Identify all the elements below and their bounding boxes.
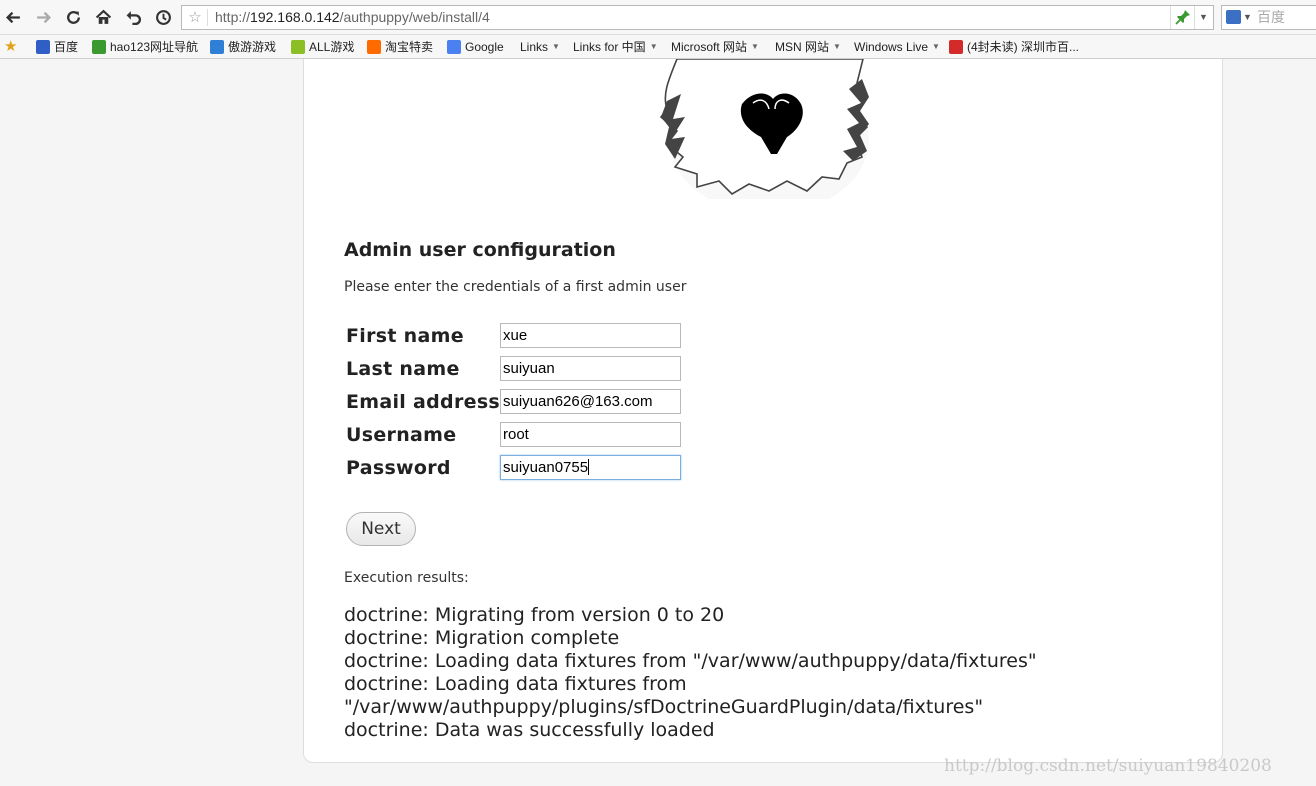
favorites-star-icon[interactable]: ★ — [4, 37, 17, 55]
result-line: doctrine: Loading data fixtures from — [344, 673, 687, 695]
chevron-down-icon: ▼ — [552, 42, 560, 51]
email-label: Email address — [346, 391, 501, 413]
bookmark-item[interactable]: MSN 网站 ▼ — [775, 38, 841, 56]
watermark: http://blog.csdn.net/suiyuan19840208 — [944, 756, 1272, 776]
search-placeholder: 百度 — [1257, 9, 1285, 25]
password-label: Password — [346, 457, 451, 479]
bookmark-label: 淘宝特卖 — [385, 40, 434, 54]
username-label: Username — [346, 424, 457, 446]
search-engine-icon[interactable] — [1226, 10, 1241, 24]
mail-at-icon — [949, 40, 963, 54]
url-host: 192.168.0.142 — [250, 9, 340, 25]
username-input[interactable]: root — [500, 422, 681, 447]
authpuppy-mascot-logo — [659, 59, 869, 199]
pin-icon[interactable] — [1174, 8, 1192, 26]
bookmark-label: Google — [465, 40, 504, 54]
bookmark-label: 傲游游戏 — [228, 40, 277, 54]
intro-text: Please enter the credentials of a first … — [344, 279, 687, 295]
chevron-down-icon: ▼ — [751, 42, 759, 51]
bookmark-item[interactable]: (4封未读) 深圳市百... — [949, 38, 1079, 56]
bookmark-label: ALL游戏 — [309, 40, 355, 54]
bookmark-item[interactable]: ALL游戏 — [291, 38, 354, 56]
password-value: suiyuan0755 — [503, 459, 589, 476]
baidu-paw-icon — [36, 40, 50, 54]
bookmark-item[interactable]: Windows Live ▼ — [854, 38, 940, 56]
home-button[interactable] — [92, 6, 114, 28]
first-name-label: First name — [346, 325, 464, 347]
google-icon — [447, 40, 461, 54]
chevron-down-icon: ▼ — [932, 42, 940, 51]
taobao-icon — [367, 40, 381, 54]
next-button[interactable]: Next — [346, 512, 416, 546]
bookmark-label: hao123网址导航 — [110, 40, 199, 54]
divider — [1170, 6, 1171, 29]
bookmark-item[interactable]: Links for 中国 ▼ — [573, 38, 658, 56]
bookmark-label: MSN 网站 — [775, 40, 830, 54]
address-dropdown-button[interactable]: ▼ — [1194, 6, 1212, 29]
last-name-label: Last name — [346, 358, 460, 380]
bookmark-item[interactable]: Links ▼ — [520, 38, 560, 56]
chevron-down-icon: ▼ — [833, 42, 841, 51]
divider — [207, 9, 208, 26]
bookmark-item[interactable]: hao123网址导航 — [92, 38, 198, 56]
first-name-value: xue — [503, 327, 528, 344]
username-value: root — [503, 426, 529, 443]
url-path: /authpuppy/web/install/4 — [339, 9, 490, 25]
chevron-down-icon: ▼ — [649, 42, 658, 51]
main-content: Admin user configuration Please enter th… — [344, 239, 1184, 741]
result-line: "/var/www/authpuppy/plugins/sfDoctrineGu… — [344, 696, 984, 718]
text-cursor — [588, 459, 590, 475]
address-bar[interactable]: ☆ http://192.168.0.142/authpuppy/web/ins… — [181, 5, 1214, 30]
bookmarks-bar: ★ 百度 hao123网址导航 傲游游戏 ALL游戏 淘宝特卖 Google Links ▼ L… — [0, 35, 1316, 59]
first-name-input[interactable]: xue — [500, 323, 681, 348]
bookmark-label: Links for 中国 — [573, 40, 646, 54]
undo-close-button[interactable] — [122, 6, 144, 28]
result-line: doctrine: Migration complete — [344, 627, 620, 649]
bookmark-label: (4封未读) 深圳市百... — [967, 40, 1080, 54]
bookmark-star-icon[interactable]: ☆ — [186, 6, 204, 29]
execution-results-log: doctrine: Migrating from version 0 to 20… — [344, 604, 1144, 742]
back-arrow-icon — [5, 11, 20, 23]
bookmark-label: Windows Live — [854, 40, 929, 54]
bookmark-label: Microsoft 网站 — [671, 40, 748, 54]
bookmark-label: Links — [520, 40, 549, 54]
bookmark-item[interactable]: Microsoft 网站 ▼ — [671, 38, 759, 56]
last-name-value: suiyuan — [503, 360, 555, 377]
android-game-icon — [291, 40, 305, 54]
hao123-icon — [92, 40, 106, 54]
undo-icon — [126, 10, 141, 25]
bookmark-item[interactable]: Google — [447, 38, 504, 56]
forward-arrow-icon — [36, 11, 51, 23]
address-text[interactable]: http://192.168.0.142/authpuppy/web/insta… — [215, 6, 490, 29]
bookmark-item[interactable]: 百度 — [36, 38, 78, 56]
url-scheme: http:// — [215, 9, 251, 25]
bookmark-label: 百度 — [54, 40, 79, 54]
execution-results-label: Execution results: — [344, 570, 469, 586]
email-input[interactable]: suiyuan626@163.com — [500, 389, 681, 414]
last-name-input[interactable]: suiyuan — [500, 356, 681, 381]
reload-icon — [66, 10, 80, 24]
maxthon-game-icon — [210, 40, 224, 54]
home-icon — [95, 9, 111, 24]
bookmark-item[interactable]: 淘宝特卖 — [367, 38, 433, 56]
browser-toolbar: ☆ http://192.168.0.142/authpuppy/web/ins… — [0, 0, 1316, 35]
password-input[interactable]: suiyuan0755 — [500, 455, 681, 480]
result-line: doctrine: Data was successfully loaded — [344, 719, 715, 741]
search-box[interactable]: ▼ 百度 — [1221, 5, 1316, 30]
chevron-down-icon[interactable]: ▼ — [1243, 6, 1252, 29]
reload-button[interactable] — [62, 6, 84, 28]
email-value: suiyuan626@163.com — [503, 393, 653, 410]
clock-icon — [155, 9, 171, 25]
result-line: doctrine: Migrating from version 0 to 20 — [344, 604, 725, 626]
install-page-card: Admin user configuration Please enter th… — [303, 59, 1223, 763]
forward-button[interactable] — [32, 6, 54, 28]
page-title: Admin user configuration — [344, 239, 616, 261]
back-button[interactable] — [2, 6, 24, 28]
bookmark-item[interactable]: 傲游游戏 — [210, 38, 276, 56]
result-line: doctrine: Loading data fixtures from "/v… — [344, 650, 1037, 672]
history-button[interactable] — [152, 6, 174, 28]
